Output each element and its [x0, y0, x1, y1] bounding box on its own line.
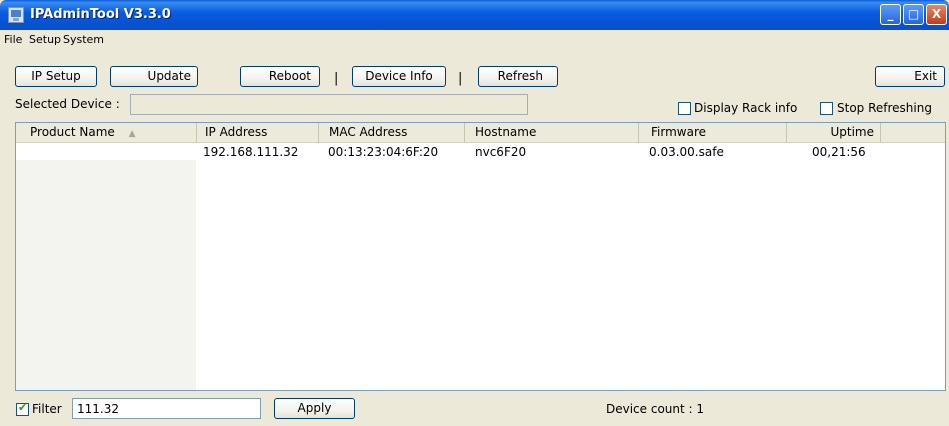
update-button[interactable]: Update: [110, 66, 198, 87]
col-product-name[interactable]: Product Name ▲: [16, 123, 197, 142]
filter-checkbox[interactable]: [16, 401, 29, 416]
cell-ip-address: 192.168.111.32: [203, 145, 299, 159]
col-hostname[interactable]: Hostname: [465, 123, 639, 142]
filter-label: Filter: [32, 402, 62, 416]
col-firmware[interactable]: Firmware: [639, 123, 787, 142]
selected-device-label: Selected Device :: [15, 97, 120, 111]
display-rack-info-label: Display Rack info: [694, 101, 798, 115]
cell-uptime: 00,21:56: [812, 145, 866, 159]
selected-device-field[interactable]: [130, 94, 528, 115]
title-bar[interactable]: IPAdminTool V3.3.0 _ □ X: [0, 0, 949, 30]
maximize-button[interactable]: □: [903, 4, 924, 25]
cell-firmware: 0.03.00.safe: [649, 145, 724, 159]
menu-system[interactable]: System: [63, 33, 104, 46]
display-rack-info-checkbox[interactable]: [678, 102, 691, 115]
col-product-name-label: Product Name: [30, 125, 115, 139]
refresh-button[interactable]: Refresh: [478, 66, 558, 87]
ip-setup-button[interactable]: IP Setup: [15, 66, 97, 87]
device-info-button[interactable]: Device Info: [352, 66, 446, 87]
close-button[interactable]: X: [926, 4, 947, 25]
cell-hostname: nvc6F20: [475, 145, 527, 159]
exit-button[interactable]: Exit: [875, 66, 945, 87]
device-table: Product Name ▲ IP Address MAC Address Ho…: [15, 122, 946, 391]
device-count: Device count : 1: [606, 402, 705, 416]
app-window: IPAdminTool V3.3.0 _ □ X File Setup Syst…: [0, 0, 949, 426]
filter-input[interactable]: [72, 398, 261, 419]
toolbar-separator: |: [458, 71, 463, 86]
toolbar-separator: |: [334, 71, 339, 86]
stop-refreshing-checkbox[interactable]: [820, 102, 833, 115]
stop-refreshing-label: Stop Refreshing: [837, 101, 932, 115]
cell-mac-address: 00:13:23:04:6F:20: [328, 145, 439, 159]
menu-bar: File Setup System: [0, 30, 949, 50]
app-icon: [8, 7, 24, 23]
col-uptime[interactable]: Uptime: [787, 123, 881, 142]
menu-setup[interactable]: Setup: [29, 33, 61, 46]
table-header: Product Name ▲ IP Address MAC Address Ho…: [16, 123, 945, 143]
minimize-button[interactable]: _: [880, 4, 901, 25]
window-title: IPAdminTool V3.3.0: [30, 7, 171, 22]
apply-button[interactable]: Apply: [274, 398, 355, 419]
reboot-button[interactable]: Reboot: [240, 66, 320, 87]
product-name-column-shade: [16, 160, 196, 390]
col-ip-address[interactable]: IP Address: [197, 123, 319, 142]
sort-ascending-icon: ▲: [128, 129, 136, 139]
menu-file[interactable]: File: [4, 33, 22, 46]
col-mac-address[interactable]: MAC Address: [319, 123, 465, 142]
